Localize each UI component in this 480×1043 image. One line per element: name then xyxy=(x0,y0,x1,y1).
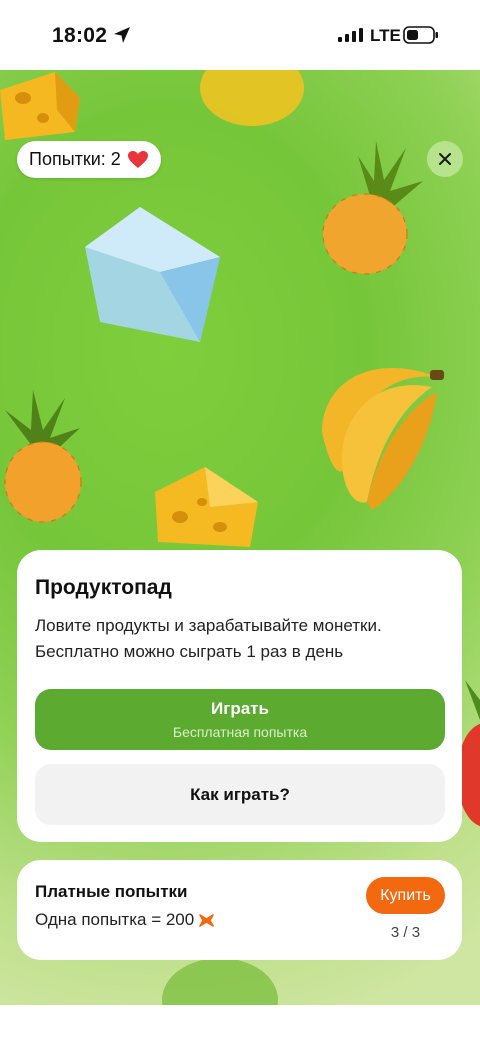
buy-button-label: Купить xyxy=(380,886,431,904)
battery-icon xyxy=(403,26,438,44)
how-to-play-label: Как играть? xyxy=(190,784,290,804)
status-bar: 18:02 LTE xyxy=(0,0,480,70)
banana-image xyxy=(322,368,444,510)
close-button[interactable] xyxy=(427,141,463,177)
paid-price-text: Одна попытка = 200 xyxy=(35,910,195,929)
game-info-card: Продуктопад Ловите продукты и зарабатыва… xyxy=(17,550,462,842)
pineapple-image xyxy=(4,390,82,523)
attempts-counter: Попытки: 2 xyxy=(17,141,161,178)
close-icon xyxy=(439,153,451,165)
location-arrow-icon xyxy=(114,27,130,43)
paid-attempts-card: Платные попытки Одна попытка = 200 Купит… xyxy=(17,860,462,960)
how-to-play-button[interactable]: Как играть? xyxy=(35,764,445,825)
cheese-image xyxy=(0,72,80,140)
apple-image xyxy=(162,958,278,1005)
attempts-label: Попытки: 2 xyxy=(29,149,121,169)
game-description: Ловите продукты и зарабатывайте монетки.… xyxy=(35,616,382,661)
play-button-label: Играть xyxy=(211,699,269,718)
status-time: 18:02 xyxy=(52,24,108,47)
game-title: Продуктопад xyxy=(35,576,172,599)
heart-icon xyxy=(127,151,148,168)
buy-button[interactable]: Купить xyxy=(366,877,445,914)
coin-icon xyxy=(199,913,215,927)
cheese-image xyxy=(155,467,258,547)
purchase-count: 3 / 3 xyxy=(390,924,421,941)
play-button[interactable]: Играть Бесплатная попытка xyxy=(35,689,445,750)
pineapple-image xyxy=(322,141,423,275)
signal-icon xyxy=(338,28,363,42)
network-type: LTE xyxy=(370,26,401,45)
lemon-image xyxy=(200,70,304,126)
ice-cube-image xyxy=(85,207,220,342)
play-button-sublabel: Бесплатная попытка xyxy=(172,724,308,740)
